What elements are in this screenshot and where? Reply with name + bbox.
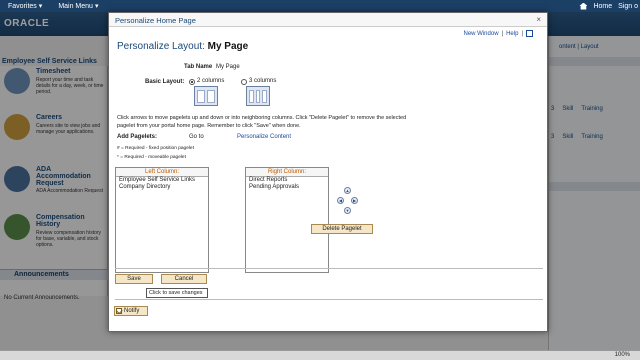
home-link[interactable]: Home [593,3,612,10]
arrow-up-icon[interactable]: ▲ [344,187,351,194]
dialog-top-links: New Window | Help | [464,30,533,37]
three-columns-layout-icon[interactable] [246,86,270,106]
divider [115,268,543,269]
list-item[interactable]: Company Directory [116,184,208,191]
move-arrows: ▲ ◀ ▶ ▼ [337,187,359,217]
basic-layout-label: Basic Layout: [145,79,185,85]
home-icon [579,2,588,10]
close-icon[interactable]: × [536,15,541,24]
notify-label: Notify [124,307,140,314]
tab-name-value: My Page [216,64,240,70]
instructions-text: Click arrows to move pagelets up and dow… [117,115,407,129]
add-pagelets-label: Add Pagelets: [117,134,158,140]
legend-fixed: # = Required - fixed position pagelet [117,146,194,151]
help-link[interactable]: Help [506,31,518,37]
heading-prefix: Personalize Layout: [117,41,205,52]
dialog-title: Personalize Home Page [115,16,196,25]
top-menu-bar: Favorites ▾ Main Menu ▾ Home Sign o [0,0,640,12]
tab-name-label: Tab Name [184,64,213,70]
page-title: Personalize Layout: My Page [117,41,248,52]
arrow-down-icon[interactable]: ▼ [344,207,351,214]
list-item[interactable]: Pending Approvals [246,184,328,191]
save-tooltip: Click to save changes [146,288,208,298]
two-columns-label: 2 columns [197,78,225,84]
two-columns-layout-icon[interactable] [194,86,218,106]
favorites-menu[interactable]: Favorites ▾ [0,2,50,11]
save-button[interactable]: Save [115,274,153,284]
chevron-down-icon: ▾ [94,3,99,10]
status-bar: 100% [0,350,640,360]
two-columns-radio[interactable] [189,79,195,85]
go-to-label: Go to [189,134,204,140]
three-columns-radio[interactable] [241,79,247,85]
list-item[interactable]: Employee Self Service Links [116,177,208,184]
right-column-list[interactable]: Right Column: Direct Reports Pending App… [245,167,329,273]
personalize-content-link[interactable]: Personalize Content [237,134,291,140]
heading-name: My Page [207,41,249,52]
checkmark-icon [116,308,122,314]
cancel-button[interactable]: Cancel [161,274,207,284]
right-column-header: Right Column: [246,168,328,177]
arrow-right-icon[interactable]: ▶ [351,197,358,204]
notify-button[interactable]: Notify [114,306,148,316]
main-menu[interactable]: Main Menu ▾ [50,2,106,11]
new-window-link[interactable]: New Window [464,31,499,37]
three-columns-label: 3 columns [249,78,277,84]
dialog-title-bar: Personalize Home Page × [109,13,547,27]
link-separator: | [501,30,504,37]
link-separator: | [521,30,523,37]
delete-pagelet-button[interactable]: Delete Pagelet [311,224,373,234]
favorites-label: Favorites [8,2,37,10]
legend-moveable: * = Required - moveable pagelet [117,155,186,160]
divider [115,299,543,300]
arrow-left-icon[interactable]: ◀ [337,197,344,204]
sign-out-link[interactable]: Sign o [618,3,638,10]
left-column-header: Left Column: [116,168,208,177]
left-column-list[interactable]: Left Column: Employee Self Service Links… [115,167,209,273]
personalize-dialog: Personalize Home Page × New Window | Hel… [108,12,548,332]
zoom-level[interactable]: 100% [615,352,630,358]
main-menu-label: Main Menu [58,2,93,10]
chevron-down-icon: ▾ [38,3,43,10]
customize-page-icon[interactable] [526,30,533,37]
